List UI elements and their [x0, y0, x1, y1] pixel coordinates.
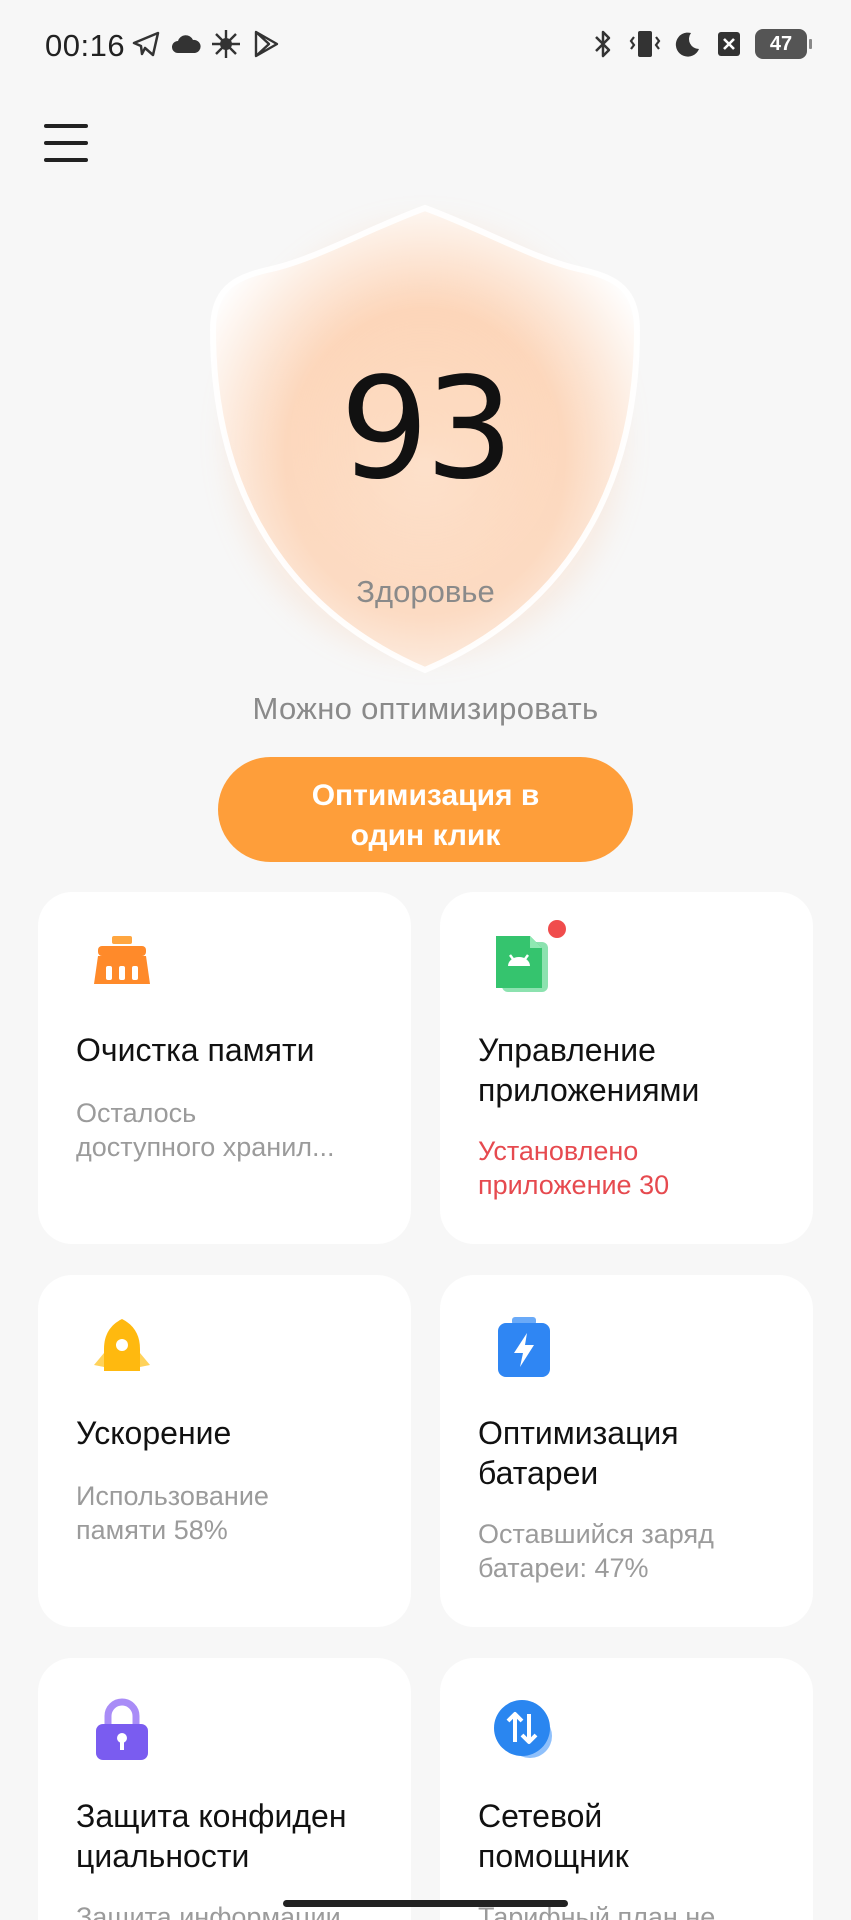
- health-label: Здоровье: [356, 574, 495, 609]
- card-subtitle: Установлено приложение 30: [478, 1134, 788, 1202]
- health-score: 93: [339, 348, 514, 511]
- card-title: Сетевой помощник: [478, 1796, 798, 1876]
- card-app-management[interactable]: Управление приложениями Установлено прил…: [440, 892, 813, 1244]
- menu-line: [44, 124, 88, 128]
- cloud-icon: [170, 28, 202, 60]
- card-subtitle-line: Использование: [76, 1481, 269, 1511]
- optimize-button-line1: Оптимизация в: [311, 779, 540, 812]
- card-title: Оптимизация батареи: [478, 1413, 798, 1493]
- lock-icon: [90, 1698, 154, 1762]
- app-manager-icon: [492, 932, 556, 996]
- network-arrows-icon: [492, 1698, 556, 1762]
- card-subtitle-line: батареи: 47%: [478, 1553, 649, 1583]
- card-title-line: Управление: [478, 1032, 656, 1068]
- card-title-line: приложениями: [478, 1072, 700, 1108]
- status-right-icons: 47: [587, 28, 812, 60]
- health-status: Можно оптимизировать: [252, 691, 599, 726]
- card-title-line: Сетевой: [478, 1798, 603, 1834]
- card-title: Очистка памяти: [76, 1032, 315, 1068]
- card-title-line: Защита конфиден: [76, 1798, 347, 1834]
- broom-icon: [90, 932, 154, 996]
- card-title-line: циальности: [76, 1838, 250, 1874]
- menu-button[interactable]: [44, 124, 88, 162]
- card-battery-optimization[interactable]: Оптимизация батареи Оставшийся заряд бат…: [440, 1275, 813, 1627]
- card-privacy-protection[interactable]: Защита конфиден циальности Защита информ…: [38, 1658, 411, 1920]
- card-subtitle-line: доступного хранил...: [76, 1132, 335, 1162]
- card-subtitle-line: памяти 58%: [76, 1515, 228, 1545]
- card-title-line: помощник: [478, 1838, 629, 1874]
- home-indicator[interactable]: [283, 1900, 568, 1907]
- sun-icon: [210, 28, 242, 60]
- card-subtitle-line: приложение 30: [478, 1170, 670, 1200]
- battery-bolt-icon: [492, 1315, 556, 1379]
- optimize-button-line2: один клик: [350, 819, 501, 852]
- card-subtitle: Оставшийся заряд батареи: 47%: [478, 1517, 788, 1585]
- card-memory-cleanup[interactable]: Очистка памяти Осталось доступного храни…: [38, 892, 411, 1244]
- card-title-line: Оптимизация: [478, 1415, 679, 1451]
- status-bar: 00:16 47: [0, 0, 851, 92]
- card-subtitle-line: Оставшийся заряд: [478, 1519, 714, 1549]
- no-sim-icon: [713, 28, 745, 60]
- card-subtitle: Осталось доступного хранил...: [76, 1096, 386, 1164]
- card-subtitle-line: Установлено: [478, 1136, 639, 1166]
- play-store-icon: [250, 28, 282, 60]
- card-title: Защита конфиден циальности: [76, 1796, 396, 1876]
- telegram-icon: [130, 28, 162, 60]
- card-network-assistant[interactable]: Сетевой помощник Тарифный план не: [440, 1658, 813, 1920]
- menu-line: [44, 158, 88, 162]
- rocket-icon: [90, 1315, 154, 1379]
- card-subtitle: Использование памяти 58%: [76, 1479, 386, 1547]
- card-title: Ускорение: [76, 1415, 232, 1451]
- one-click-optimize-button[interactable]: Оптимизация в один клик: [218, 757, 633, 862]
- vibrate-icon: [629, 28, 661, 60]
- card-subtitle-line: Осталось: [76, 1098, 197, 1128]
- battery-icon: 47: [755, 29, 812, 59]
- bluetooth-icon: [587, 28, 619, 60]
- card-title: Управление приложениями: [478, 1030, 798, 1110]
- card-boost[interactable]: Ускорение Использование памяти 58%: [38, 1275, 411, 1627]
- menu-line: [44, 141, 88, 145]
- card-title-line: батареи: [478, 1455, 599, 1491]
- status-left-icons: [130, 28, 282, 60]
- status-time: 00:16: [45, 28, 126, 63]
- notification-badge: [548, 920, 566, 938]
- moon-icon: [671, 28, 703, 60]
